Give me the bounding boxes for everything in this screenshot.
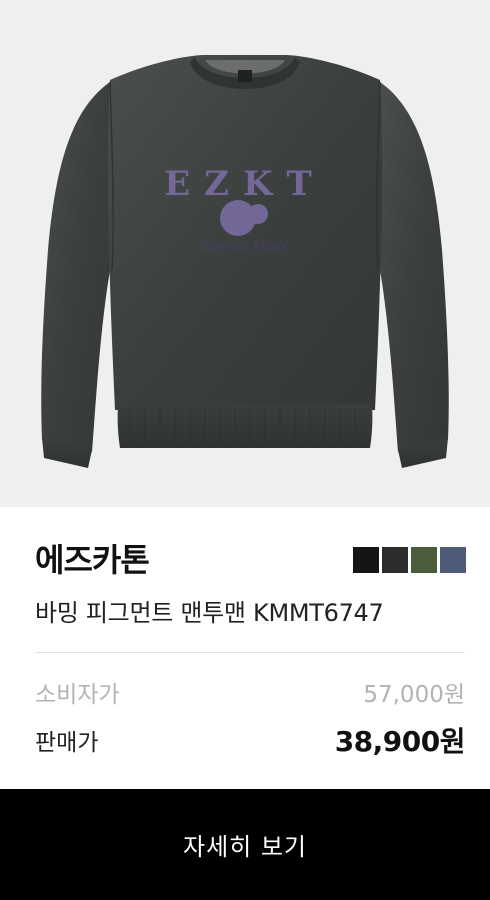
color-swatch-navy[interactable] [440, 547, 466, 573]
product-image[interactable]: EZKT Special Made [0, 0, 490, 507]
retail-price-value: 57,000원 [363, 682, 465, 708]
color-swatch-black[interactable] [353, 547, 379, 573]
product-name[interactable]: 바밍 피그먼트 맨투맨 KMMT6747 [35, 596, 384, 630]
retail-price-row: 소비자가 57,000원 [35, 674, 465, 710]
sale-price-label: 판매가 [35, 730, 99, 756]
product-card[interactable]: EZKT Special Made 에즈카톤 바밍 피그먼트 맨투맨 KMMT6… [0, 0, 490, 900]
svg-text:Special Made: Special Made [200, 239, 290, 254]
svg-text:EZKT: EZKT [164, 164, 326, 204]
sale-price-row: 판매가 38,900원 [35, 720, 466, 760]
brand-name: 에즈카톤 [35, 541, 150, 579]
sale-price-value: 38,900원 [334, 725, 466, 758]
divider [35, 652, 465, 653]
color-swatches [353, 547, 466, 573]
color-swatch-charcoal[interactable] [382, 547, 408, 573]
sweatshirt-illustration: EZKT Special Made [41, 55, 449, 468]
retail-price-label: 소비자가 [35, 682, 120, 708]
color-swatch-khaki[interactable] [411, 547, 437, 573]
view-details-button[interactable]: 자세히 보기 [0, 789, 490, 900]
